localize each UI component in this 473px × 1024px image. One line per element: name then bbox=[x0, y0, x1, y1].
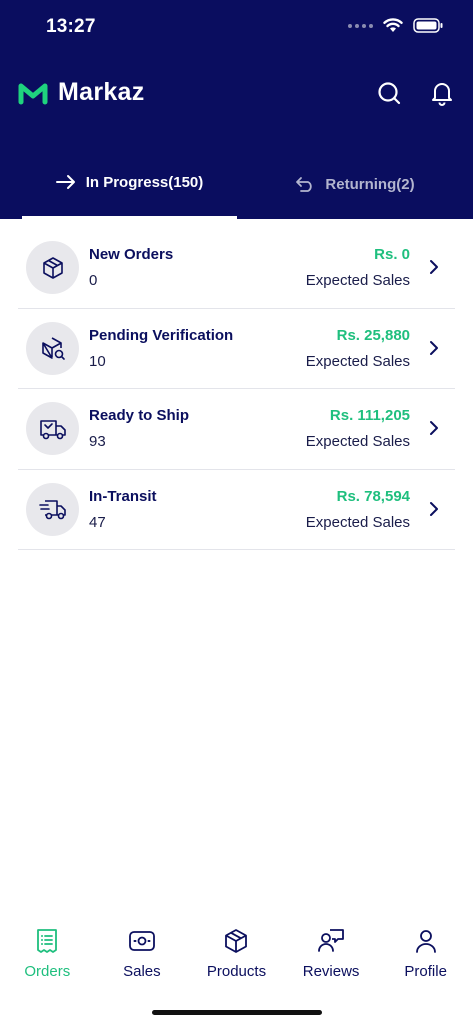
status-icons bbox=[348, 18, 443, 33]
active-tab-indicator bbox=[22, 216, 237, 219]
row-count: 0 bbox=[89, 272, 98, 289]
app-name: Markaz bbox=[58, 78, 145, 106]
row-amount: Rs. 0 bbox=[374, 246, 410, 263]
app-header: 13:27 Markaz In Progress(150) Returning(… bbox=[0, 0, 473, 219]
arrow-right-icon bbox=[55, 175, 75, 189]
nav-reviews[interactable]: Reviews bbox=[284, 928, 379, 998]
row-amount: Rs. 111,205 bbox=[329, 407, 410, 424]
order-row-new-orders[interactable]: New Orders 0 Rs. 0 Expected Sales bbox=[18, 228, 455, 309]
truck-box-icon bbox=[39, 419, 66, 439]
orders-icon bbox=[37, 929, 58, 953]
reviews-icon bbox=[318, 929, 344, 952]
nav-sales[interactable]: Sales bbox=[95, 928, 190, 998]
chevron-right-icon bbox=[430, 260, 438, 274]
row-subtitle: Expected Sales bbox=[305, 352, 410, 370]
row-title: In-Transit bbox=[89, 487, 157, 505]
wifi-icon bbox=[383, 18, 403, 32]
chevron-right-icon bbox=[430, 340, 438, 355]
tab-returning[interactable]: Returning(2) bbox=[237, 165, 473, 219]
row-title: Pending Verification bbox=[89, 326, 234, 344]
markaz-logo-icon bbox=[18, 83, 48, 104]
order-row-pending-verification[interactable]: Pending Verification 10 Rs. 25,880 Expec… bbox=[18, 309, 455, 389]
order-status-list: New Orders 0 Rs. 0 Expected Sales Pendin… bbox=[18, 228, 455, 550]
return-arrow-icon bbox=[296, 177, 313, 192]
nav-label: Sales bbox=[123, 963, 161, 980]
notification-bell-icon[interactable] bbox=[429, 80, 455, 106]
row-amount: Rs. 25,880 bbox=[336, 326, 410, 344]
profile-icon bbox=[415, 930, 436, 953]
order-tabs: In Progress(150) Returning(2) bbox=[0, 165, 473, 219]
bottom-navigation: Orders Sales Products Reviews Profile bbox=[0, 928, 473, 998]
row-icon bbox=[26, 402, 79, 455]
chevron-right-icon bbox=[430, 501, 438, 516]
row-amount: Rs. 78,594 bbox=[336, 487, 410, 505]
tab-label: Returning(2) bbox=[325, 176, 415, 193]
nav-label: Orders bbox=[24, 963, 71, 980]
tab-label: In Progress(150) bbox=[85, 174, 204, 191]
order-row-in-transit[interactable]: In-Transit 47 Rs. 78,594 Expected Sales bbox=[18, 470, 455, 550]
row-count: 10 bbox=[89, 352, 106, 370]
row-title: Ready to Ship bbox=[89, 407, 190, 424]
battery-icon bbox=[413, 18, 443, 33]
home-indicator[interactable] bbox=[152, 1010, 322, 1015]
row-icon bbox=[26, 482, 79, 536]
row-subtitle: Expected Sales bbox=[305, 433, 410, 450]
search-icon[interactable] bbox=[376, 80, 402, 106]
status-time: 13:27 bbox=[46, 16, 96, 37]
chevron-right-icon bbox=[430, 421, 438, 435]
box-search-icon bbox=[41, 337, 65, 360]
nav-label: Profile bbox=[404, 963, 447, 980]
nav-orders[interactable]: Orders bbox=[0, 928, 95, 998]
signal-icon bbox=[348, 23, 373, 28]
brand: Markaz bbox=[18, 78, 145, 107]
row-icon bbox=[26, 321, 79, 375]
box-icon bbox=[42, 256, 63, 279]
row-count: 47 bbox=[89, 513, 106, 531]
nav-label: Products bbox=[206, 963, 267, 980]
sales-icon bbox=[128, 931, 155, 951]
row-icon bbox=[26, 241, 79, 294]
nav-label: Reviews bbox=[302, 963, 360, 980]
row-subtitle: Expected Sales bbox=[305, 513, 410, 531]
row-subtitle: Expected Sales bbox=[305, 272, 410, 289]
row-count: 93 bbox=[89, 433, 106, 450]
products-icon bbox=[225, 929, 248, 953]
truck-fast-icon bbox=[38, 500, 66, 520]
order-row-ready-to-ship[interactable]: Ready to Ship 93 Rs. 111,205 Expected Sa… bbox=[18, 389, 455, 470]
row-title: New Orders bbox=[89, 246, 174, 263]
tab-in-progress[interactable]: In Progress(150) bbox=[22, 165, 237, 219]
nav-products[interactable]: Products bbox=[189, 928, 284, 998]
nav-profile[interactable]: Profile bbox=[378, 928, 473, 998]
